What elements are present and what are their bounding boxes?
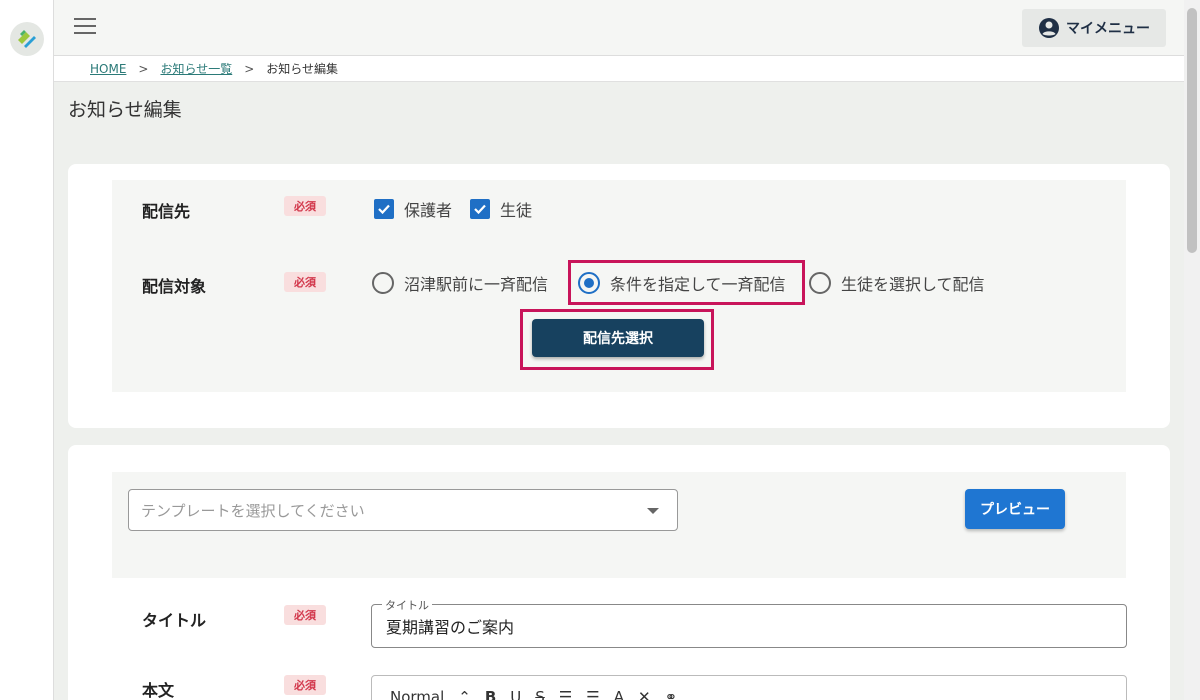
top-header: マイメニュー: [54, 0, 1184, 56]
format-dropdown-icon[interactable]: ⌃: [458, 688, 471, 700]
radio-checked-icon: [578, 272, 600, 294]
scrollbar[interactable]: [1184, 0, 1200, 700]
breadcrumb-current: お知らせ編集: [266, 62, 339, 76]
clear-format-icon[interactable]: ✕: [638, 688, 651, 700]
underline-button[interactable]: U: [510, 688, 521, 700]
checkbox-student[interactable]: 生徒: [470, 197, 532, 221]
select-recipients-button[interactable]: 配信先選択: [532, 319, 704, 357]
dropdown-arrow-icon: [647, 508, 659, 514]
delivery-card: 配信先 必須 保護者 生徒 配信対象 必須 沼津駅前に一斉配信 条件を指定して一…: [68, 164, 1170, 428]
hamburger-menu-icon[interactable]: [74, 18, 96, 36]
radio-unchecked-icon: [372, 272, 394, 294]
bullet-list-icon[interactable]: ☰: [586, 688, 599, 700]
checkbox-checked-icon: [470, 199, 490, 219]
template-placeholder: テンプレートを選択してください: [141, 501, 365, 520]
delivery-settings-panel: 配信先 必須 保護者 生徒 配信対象 必須 沼津駅前に一斉配信 条件を指定して一…: [112, 180, 1126, 392]
title-input-legend: タイトル: [382, 597, 432, 613]
title-label: タイトル: [142, 611, 207, 630]
checkbox-checked-icon: [374, 199, 394, 219]
radio-label: 沼津駅前に一斉配信: [404, 275, 549, 294]
my-menu-label: マイメニュー: [1066, 21, 1150, 37]
radio-unchecked-icon: [809, 272, 831, 294]
delivery-dest-label: 配信先: [142, 202, 191, 221]
radio-select-students[interactable]: 生徒を選択して配信: [809, 271, 985, 295]
preview-button[interactable]: プレビュー: [965, 489, 1065, 529]
required-badge: 必須: [284, 196, 326, 216]
breadcrumb-separator: >: [244, 61, 255, 76]
radio-label: 条件を指定して一斉配信: [610, 275, 786, 294]
required-badge: 必須: [284, 272, 326, 292]
my-menu-button[interactable]: マイメニュー: [1022, 9, 1166, 47]
left-rail: [0, 0, 54, 700]
bold-button[interactable]: B: [485, 688, 496, 700]
breadcrumb-separator: >: [138, 61, 149, 76]
checkbox-guardian[interactable]: 保護者: [374, 197, 452, 221]
text-color-icon[interactable]: A: [614, 688, 624, 700]
radio-broadcast-all[interactable]: 沼津駅前に一斉配信: [372, 271, 548, 295]
breadcrumb-home-link[interactable]: HOME: [90, 62, 126, 76]
title-input-value: 夏期講習のご案内: [386, 618, 515, 637]
breadcrumb: HOME > お知らせ一覧 > お知らせ編集: [54, 56, 1184, 82]
ordered-list-icon[interactable]: ☰: [559, 688, 572, 700]
radio-conditional-broadcast[interactable]: 条件を指定して一斉配信: [578, 271, 786, 295]
title-input[interactable]: タイトル 夏期講習のご案内: [371, 597, 1127, 648]
delivery-target-label: 配信対象: [142, 277, 207, 296]
body-label: 本文: [142, 681, 175, 700]
link-icon[interactable]: ⚭: [665, 688, 678, 700]
account-circle-icon: [1039, 18, 1059, 38]
breadcrumb-list-link[interactable]: お知らせ一覧: [160, 60, 232, 77]
template-panel: テンプレートを選択してください プレビュー: [112, 472, 1126, 578]
format-select[interactable]: Normal: [390, 688, 444, 700]
body-editor[interactable]: Normal ⌃ B U S ☰ ☰ A ✕ ⚭: [371, 675, 1127, 700]
radio-label: 生徒を選択して配信: [841, 275, 985, 294]
required-badge: 必須: [284, 605, 326, 625]
scrollbar-thumb[interactable]: [1187, 8, 1197, 253]
strike-button[interactable]: S: [535, 688, 545, 700]
editor-toolbar: Normal ⌃ B U S ☰ ☰ A ✕ ⚭: [390, 688, 677, 700]
template-select[interactable]: テンプレートを選択してください: [128, 489, 678, 531]
required-badge: 必須: [284, 675, 326, 695]
checkbox-label: 生徒: [500, 201, 533, 220]
checkbox-label: 保護者: [404, 201, 453, 220]
app-logo-icon[interactable]: [10, 22, 44, 56]
content-card: テンプレートを選択してください プレビュー タイトル 必須 タイトル 夏期講習の…: [68, 445, 1170, 700]
page-title: お知らせ編集: [68, 99, 182, 121]
